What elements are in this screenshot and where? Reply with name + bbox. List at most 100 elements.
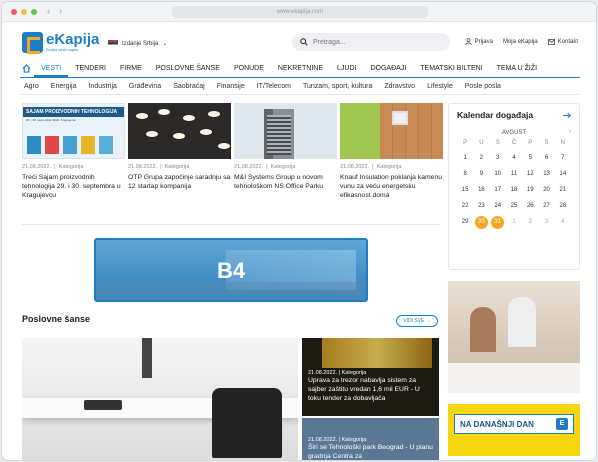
calendar-day[interactable]: 23 bbox=[473, 200, 489, 213]
news-card[interactable]: 21.08.2022. | Kategorija OTP Grupa započ… bbox=[128, 103, 231, 200]
home-nav-item[interactable] bbox=[20, 59, 34, 77]
calendar-day[interactable]: 4 bbox=[506, 152, 522, 165]
news-card[interactable]: SAJAM PROIZVODNIH TEHNOLOGIJA 29. i 30. … bbox=[22, 103, 125, 200]
calendar-day[interactable]: 27 bbox=[538, 200, 554, 213]
next-month-chevron-icon[interactable]: › bbox=[569, 129, 571, 135]
calendar-day[interactable]: 28 bbox=[555, 200, 571, 213]
news-title[interactable]: M&I Systems Group u novom tehnološkom NS… bbox=[234, 173, 337, 191]
category-agro[interactable]: Agro bbox=[20, 78, 45, 94]
address-bar[interactable]: www.ekapija.com bbox=[172, 6, 428, 18]
calendar-day[interactable]: 7 bbox=[555, 152, 571, 165]
ad-banner-b4[interactable]: B4 bbox=[94, 238, 368, 302]
maximize-window-dot[interactable] bbox=[31, 9, 37, 15]
featured-image[interactable] bbox=[22, 338, 298, 460]
news-thumbnail bbox=[234, 103, 337, 159]
calendar-grid: P U S Č P S N 1 2 3 4 5 6 7 8 9 10 11 12 13 14 15 16 17 18 19 20 21… bbox=[457, 138, 571, 229]
nav-ljudi[interactable]: LJUDI bbox=[330, 59, 363, 77]
calendar-day[interactable]: 22 bbox=[457, 200, 473, 213]
category-nav: Agro Energija Industrija Građevina Saobr… bbox=[20, 78, 580, 95]
sidebar-ad-on-this-day[interactable]: NA DANAŠNJI DAN E bbox=[448, 404, 580, 456]
category-industrija[interactable]: Industrija bbox=[82, 78, 122, 94]
calendar-day[interactable]: 2 bbox=[473, 152, 489, 165]
news-title[interactable]: Knauf Insulation poklanja kamenu vunu za… bbox=[340, 173, 443, 200]
calendar-day[interactable]: 10 bbox=[490, 168, 506, 181]
my-ekapija-link[interactable]: Moja eKapija bbox=[503, 38, 538, 45]
news-strip: SAJAM PROIZVODNIH TEHNOLOGIJA 29. i 30. … bbox=[22, 103, 443, 200]
calendar-day[interactable]: 21 bbox=[555, 184, 571, 197]
calendar-day[interactable]: 8 bbox=[457, 168, 473, 181]
calendar-day[interactable]: 13 bbox=[538, 168, 554, 181]
site-logo[interactable]: eKapija Svaka vesti zapisi bbox=[22, 32, 99, 54]
opportunity-title[interactable]: Širi se Tehnološki park Beograd - U plan… bbox=[308, 443, 434, 460]
category-gradjevina[interactable]: Građevina bbox=[123, 78, 167, 94]
calendar-day[interactable]: 9 bbox=[473, 168, 489, 181]
calendar-day[interactable]: 19 bbox=[522, 184, 538, 197]
calendar-day[interactable]: 3 bbox=[490, 152, 506, 165]
opportunity-card[interactable]: 21.08.2022. | Kategorija Uprava za trezo… bbox=[302, 338, 439, 416]
category-finansije[interactable]: Finansije bbox=[211, 78, 251, 94]
nav-vesti[interactable]: VESTI bbox=[34, 59, 69, 77]
nav-tenderi[interactable]: TENDERI bbox=[68, 59, 113, 77]
calendar-day[interactable]: 16 bbox=[473, 184, 489, 197]
thumb-subline: 29. i 30. septembar 2022. Kragujevac bbox=[26, 118, 76, 122]
search-box[interactable] bbox=[292, 33, 450, 51]
calendar-day[interactable]: 31 bbox=[491, 216, 505, 229]
calendar-day[interactable]: 12 bbox=[522, 168, 538, 181]
opportunity-card[interactable]: 21.08.2022. | Kategorija Širi se Tehnolo… bbox=[302, 418, 439, 460]
calendar-day[interactable]: 17 bbox=[490, 184, 506, 197]
category-lifestyle[interactable]: Lifestyle bbox=[421, 78, 459, 94]
calendar-day[interactable]: 20 bbox=[538, 184, 554, 197]
category-it-telecom[interactable]: IT/Telecom bbox=[251, 78, 297, 94]
nav-firme[interactable]: FIRME bbox=[113, 59, 149, 77]
contact-link[interactable]: Kontakt bbox=[547, 38, 578, 45]
nav-tema-u-zizi[interactable]: TEMA U ŽIŽI bbox=[490, 59, 544, 77]
nav-nekretnine[interactable]: NEKRETNINE bbox=[271, 59, 330, 77]
calendar-day[interactable]: 24 bbox=[490, 200, 506, 213]
calendar-day[interactable]: 29 bbox=[457, 216, 473, 229]
calendar-day[interactable]: 18 bbox=[506, 184, 522, 197]
minimize-window-dot[interactable] bbox=[21, 9, 27, 15]
calendar-day[interactable]: 1 bbox=[457, 152, 473, 165]
nav-ponude[interactable]: PONUDE bbox=[227, 59, 271, 77]
weekday-label: Č bbox=[511, 140, 517, 146]
serbia-flag-icon bbox=[108, 40, 118, 47]
weekday-label: S bbox=[544, 140, 549, 146]
calendar-day[interactable]: 14 bbox=[555, 168, 571, 181]
calendar-day[interactable]: 11 bbox=[506, 168, 522, 181]
calendar-day[interactable]: 15 bbox=[457, 184, 473, 197]
nav-poslovne-sanse[interactable]: POSLOVNE ŠANSE bbox=[149, 59, 227, 77]
close-window-dot[interactable] bbox=[11, 9, 17, 15]
sidebar-ad-image[interactable] bbox=[448, 281, 580, 393]
calendar-day[interactable]: 30 bbox=[474, 216, 488, 229]
news-title[interactable]: Treći Sajam proizvodnih tehnologija 29. … bbox=[22, 173, 125, 200]
calendar-day[interactable]: 6 bbox=[538, 152, 554, 165]
calendar-day[interactable]: 3 bbox=[538, 216, 554, 229]
login-label: Prijava bbox=[474, 38, 493, 45]
calendar-day[interactable]: 25 bbox=[506, 200, 522, 213]
login-link[interactable]: Prijava bbox=[464, 38, 493, 45]
event-calendar: Kalendar događaja AVGUST › PUSČPSN123456… bbox=[448, 103, 580, 270]
forward-arrow-icon[interactable]: › bbox=[59, 6, 62, 17]
calendar-day[interactable]: 2 bbox=[522, 216, 538, 229]
category-turizam[interactable]: Turizam, sport, kultura bbox=[297, 78, 378, 94]
news-card[interactable]: 21.08.2022. | Kategorija M&I Systems Gro… bbox=[234, 103, 337, 200]
calendar-day[interactable]: 4 bbox=[555, 216, 571, 229]
category-zdravstvo[interactable]: Zdravstvo bbox=[378, 78, 421, 94]
see-all-button[interactable]: VIDI SVE → bbox=[396, 315, 438, 327]
calendar-day[interactable]: 5 bbox=[522, 152, 538, 165]
search-input[interactable] bbox=[313, 38, 433, 46]
section-title: Poslovne šanse bbox=[22, 314, 91, 324]
nav-dogadjaji[interactable]: DOGAĐAJI bbox=[363, 59, 413, 77]
edition-selector[interactable]: Izdanje Srbija ⌄ bbox=[108, 40, 167, 47]
nav-tematski-bilteni[interactable]: TEMATSKI BILTENI bbox=[413, 59, 489, 77]
calendar-day[interactable]: 26 bbox=[522, 200, 538, 213]
category-energija[interactable]: Energija bbox=[45, 78, 83, 94]
opportunity-title[interactable]: Uprava za trezor nabavlja sistem za sajb… bbox=[308, 376, 434, 403]
category-posle-posla[interactable]: Posle posla bbox=[459, 78, 507, 94]
news-title[interactable]: OTP Grupa započinje saradnju sa 12 start… bbox=[128, 173, 231, 191]
arrow-right-icon[interactable] bbox=[563, 112, 571, 119]
news-card[interactable]: 21.08.2022. | Kategorija Knauf Insulatio… bbox=[340, 103, 443, 200]
category-saobracaj[interactable]: Saobraćaj bbox=[167, 78, 211, 94]
back-arrow-icon[interactable]: ‹ bbox=[47, 6, 50, 17]
calendar-day[interactable]: 1 bbox=[506, 216, 522, 229]
